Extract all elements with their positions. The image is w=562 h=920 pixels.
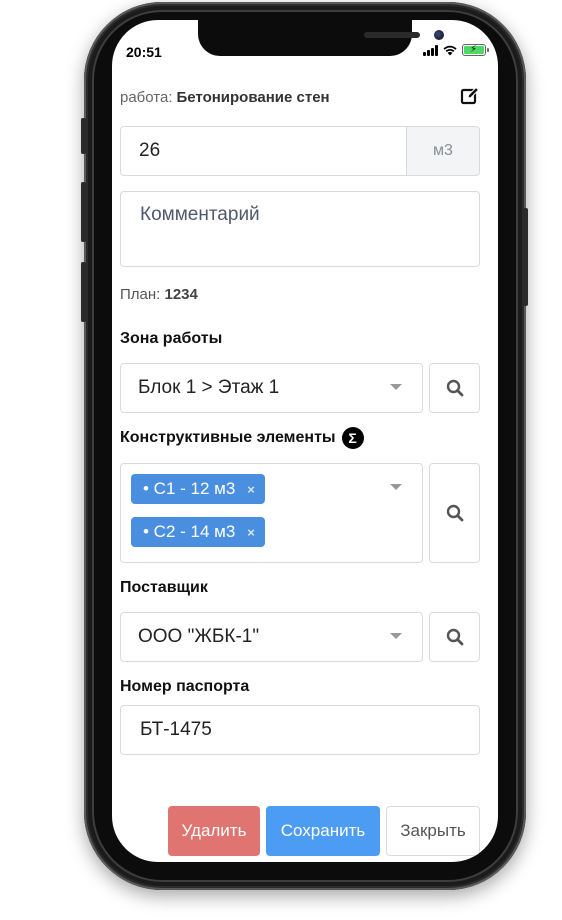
passport-value: БТ-1475 — [140, 719, 212, 740]
status-time: 20:51 — [126, 44, 162, 60]
supplier-label: Поставщик — [120, 579, 480, 597]
search-icon — [446, 379, 463, 397]
supplier-row: ООО "ЖБК-1" — [120, 612, 480, 662]
quantity-unit: м3 — [406, 126, 480, 176]
sigma-icon[interactable]: Σ — [341, 427, 364, 449]
elements-label: Конструктивные элементы Σ — [120, 427, 480, 449]
plan-label: План: — [120, 286, 161, 303]
delete-button[interactable]: Удалить — [168, 806, 260, 856]
zone-label-text: Зона работы — [120, 330, 223, 347]
supplier-select[interactable]: ООО "ЖБК-1" — [120, 612, 423, 662]
save-button[interactable]: Сохранить — [266, 806, 380, 856]
status-icons: ⚡ — [423, 44, 489, 56]
power-button — [523, 208, 528, 306]
edit-icon[interactable] — [460, 86, 480, 106]
elements-search-button[interactable] — [429, 463, 480, 563]
supplier-label-text: Поставщик — [120, 579, 208, 596]
remove-tag-icon[interactable]: × — [247, 482, 255, 497]
search-icon — [446, 504, 463, 522]
speaker — [364, 32, 420, 38]
element-tag: • С1 - 12 м3 × — [131, 474, 265, 504]
close-button[interactable]: Закрыть — [386, 806, 480, 856]
supplier-search-button[interactable] — [429, 612, 480, 662]
zone-select[interactable]: Блок 1 > Этаж 1 — [120, 363, 423, 413]
element-tag: • С2 - 14 м3 × — [131, 517, 265, 547]
signal-icon — [423, 44, 438, 56]
element-tag-label: • С1 - 12 м3 — [143, 479, 236, 498]
element-tag-label: • С2 - 14 м3 — [143, 522, 236, 541]
work-form: работа: Бетонирование стен 26 м3 Коммент… — [120, 82, 480, 755]
notch — [198, 20, 444, 56]
search-icon — [446, 628, 463, 646]
battery-icon: ⚡ — [462, 44, 489, 56]
supplier-selected: ООО "ЖБК-1" — [138, 626, 260, 647]
work-title: работа: Бетонирование стен — [120, 82, 480, 112]
work-name: Бетонирование стен — [176, 88, 330, 106]
zone-selected: Блок 1 > Этаж 1 — [138, 377, 280, 398]
zone-row: Блок 1 > Этаж 1 — [120, 363, 480, 413]
wifi-icon — [443, 45, 457, 56]
elements-row: • С1 - 12 м3 × • С2 - 14 м3 × — [120, 463, 480, 563]
chevron-down-icon — [390, 633, 402, 639]
elements-multiselect[interactable]: • С1 - 12 м3 × • С2 - 14 м3 × — [120, 463, 423, 563]
chevron-down-icon — [390, 484, 402, 490]
quantity-input-group: 26 м3 — [120, 126, 480, 176]
volume-down-button — [81, 262, 86, 322]
plan-value: План: 1234 — [120, 286, 480, 303]
work-prefix: работа: — [120, 88, 173, 106]
phone-screen: 20:51 ⚡ работа: Бетонирование стен 26 м3 — [112, 20, 498, 862]
form-footer: Удалить Сохранить Закрыть — [120, 806, 480, 856]
front-camera — [434, 30, 444, 40]
mute-switch — [81, 118, 86, 154]
plan-number: 1234 — [164, 286, 198, 303]
zone-label: Зона работы — [120, 330, 480, 348]
comment-textarea[interactable]: Комментарий — [120, 191, 480, 267]
volume-up-button — [81, 182, 86, 242]
passport-label-text: Номер паспорта — [120, 678, 250, 695]
elements-label-text: Конструктивные элементы — [120, 429, 336, 446]
chevron-down-icon — [390, 384, 402, 390]
passport-label: Номер паспорта — [120, 678, 480, 696]
remove-tag-icon[interactable]: × — [247, 525, 255, 540]
quantity-input[interactable]: 26 — [120, 126, 406, 176]
passport-input[interactable]: БТ-1475 — [120, 705, 480, 755]
zone-search-button[interactable] — [429, 363, 480, 413]
